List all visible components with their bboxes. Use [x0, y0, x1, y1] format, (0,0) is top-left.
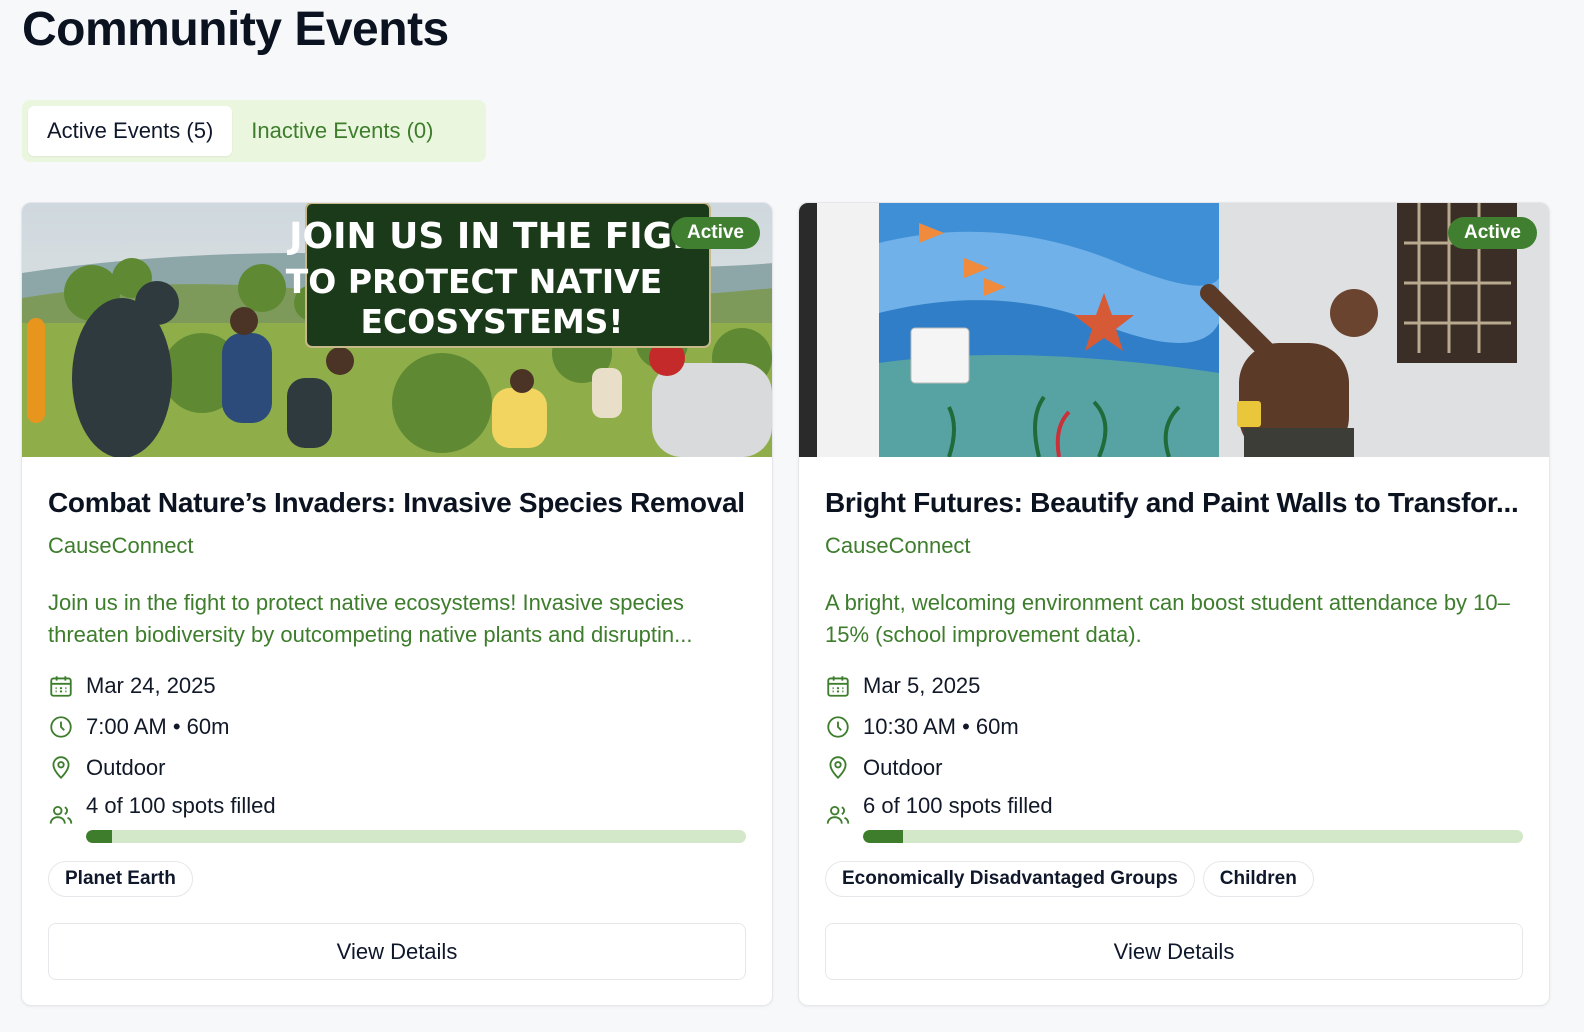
users-icon [826, 805, 850, 824]
event-card[interactable]: JOIN US IN THE FIGHT TO PROTECT NATIVE E… [21, 202, 773, 1006]
banner-line-2: TO PROTECT NATIVE [286, 262, 662, 301]
event-spots: 6 of 100 spots filled [825, 790, 1523, 843]
spots-progress-bar [86, 830, 746, 843]
event-organizer: CauseConnect [825, 533, 971, 558]
event-spots: 4 of 100 spots filled [48, 790, 746, 843]
status-badge: Active [1447, 217, 1537, 249]
event-image: Active [799, 203, 1549, 457]
clock-icon [50, 715, 72, 738]
calendar-icon [50, 675, 72, 697]
event-time: 10:30 AM • 60m [825, 706, 1523, 747]
page-title: Community Events [22, 3, 449, 56]
spots-progress-fill [863, 830, 903, 843]
users-icon [49, 805, 73, 824]
view-details-button[interactable]: View Details [48, 923, 746, 980]
event-card[interactable]: Active Bright Futures: Beautify and Pain… [798, 202, 1550, 1006]
event-title[interactable]: Bright Futures: Beautify and Paint Walls… [825, 487, 1523, 519]
map-pin-icon [52, 755, 70, 779]
tag-badge: Children [1202, 861, 1314, 897]
event-date: Mar 5, 2025 [825, 665, 1523, 706]
map-pin-icon [829, 755, 847, 779]
event-location-text: Outdoor [86, 754, 166, 780]
event-time-text: 7:00 AM • 60m [86, 713, 230, 739]
banner-line-3: ECOSYSTEMS! [361, 302, 624, 341]
spots-progress-fill [86, 830, 113, 843]
tag-badge: Planet Earth [48, 861, 193, 897]
tab-inactive-events[interactable]: Inactive Events (0) [232, 106, 452, 156]
status-badge: Active [670, 217, 760, 249]
event-organizer: CauseConnect [48, 533, 194, 558]
event-time: 7:00 AM • 60m [48, 706, 746, 747]
event-description: Join us in the fight to protect native e… [48, 590, 693, 647]
event-tabs: Active Events (5) Inactive Events (0) [22, 100, 486, 162]
event-time-text: 10:30 AM • 60m [863, 713, 1019, 739]
spots-filled-text: 6 of 100 spots filled [863, 793, 1053, 818]
event-location-text: Outdoor [863, 754, 943, 780]
tag-badge: Economically Disadvantaged Groups [825, 861, 1195, 897]
banner-line-1: JOIN US IN THE FIGHT [286, 216, 727, 257]
event-tags: Economically Disadvantaged Groups Childr… [825, 861, 1523, 897]
tab-active-events[interactable]: Active Events (5) [28, 106, 233, 156]
event-title[interactable]: Combat Nature’s Invaders: Invasive Speci… [48, 487, 746, 519]
view-details-button[interactable]: View Details [825, 923, 1523, 980]
clock-icon [827, 715, 849, 738]
event-tags: Planet Earth [48, 861, 746, 897]
event-description: A bright, welcoming environment can boos… [825, 590, 1510, 647]
event-date-text: Mar 5, 2025 [863, 672, 981, 698]
calendar-icon [827, 675, 849, 697]
event-location: Outdoor [825, 747, 1523, 788]
spots-filled-text: 4 of 100 spots filled [86, 793, 276, 818]
event-image: JOIN US IN THE FIGHT TO PROTECT NATIVE E… [22, 203, 772, 457]
event-date: Mar 24, 2025 [48, 665, 746, 706]
event-location: Outdoor [48, 747, 746, 788]
event-date-text: Mar 24, 2025 [86, 672, 216, 698]
spots-progress-bar [863, 830, 1523, 843]
